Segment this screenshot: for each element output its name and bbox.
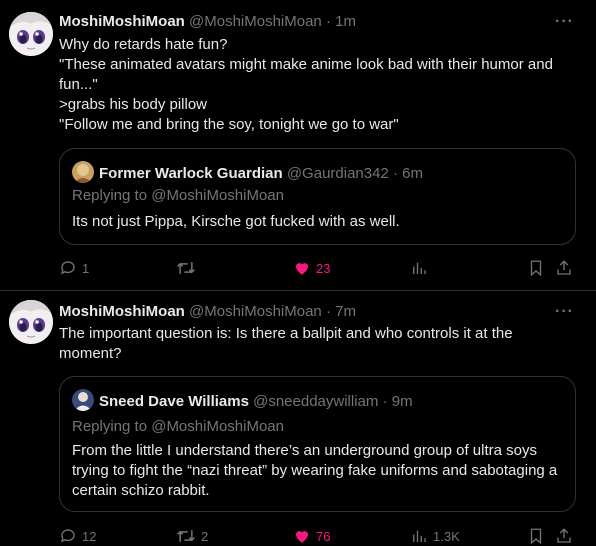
avatar bbox=[72, 389, 94, 411]
reply-icon bbox=[60, 261, 75, 275]
like-count: 23 bbox=[316, 260, 331, 276]
tweet-text-line: "Follow me and bring the soy, tonight we… bbox=[59, 116, 399, 133]
more-icon[interactable]: ··· bbox=[555, 302, 574, 322]
reply-button[interactable]: 1 bbox=[59, 258, 89, 278]
retweet-icon bbox=[177, 262, 195, 274]
quoted-tweet-text: Its not just Pippa, Kirsche got fucked w… bbox=[72, 213, 400, 230]
views-button[interactable] bbox=[410, 258, 433, 278]
author-name[interactable]: MoshiMoshiMoan bbox=[59, 13, 185, 30]
share-button[interactable] bbox=[555, 526, 573, 546]
bookmark-icon bbox=[530, 260, 542, 277]
views-icon bbox=[413, 262, 426, 274]
quoted-author-handle: @Gaurdian342 bbox=[286, 165, 389, 182]
replying-to: Replying to @MoshiMoshiMoan bbox=[72, 418, 284, 435]
quoted-timestamp: 9m bbox=[391, 393, 413, 410]
share-icon bbox=[557, 260, 571, 275]
tweet-text-line: >grabs his body pillow bbox=[59, 96, 208, 113]
reply-button[interactable]: 12 bbox=[59, 526, 96, 546]
retweet-button[interactable] bbox=[176, 258, 201, 278]
heart-icon bbox=[296, 531, 308, 543]
more-icon[interactable]: ··· bbox=[555, 12, 574, 32]
quoted-tweet[interactable]: Sneed Dave Williams @sneeddaywilliam · 9… bbox=[59, 376, 576, 512]
author-handle[interactable]: @MoshiMoshiMoan bbox=[189, 303, 322, 320]
quoted-author-name: Sneed Dave Williams bbox=[99, 393, 249, 410]
quoted-tweet-header: Sneed Dave Williams @sneeddaywilliam · 9… bbox=[72, 389, 413, 412]
tweet-text-line: "These animated avatars might make anime… bbox=[59, 56, 558, 93]
quoted-timestamp: 6m bbox=[402, 165, 423, 182]
heart-icon bbox=[296, 263, 308, 275]
views-button[interactable]: 1.3K bbox=[410, 526, 460, 546]
reply-count: 12 bbox=[82, 528, 97, 544]
bookmark-button[interactable] bbox=[527, 526, 545, 546]
avatar[interactable] bbox=[9, 300, 53, 344]
replying-to: Replying to @MoshiMoshiMoan bbox=[72, 187, 284, 204]
avatar bbox=[72, 161, 94, 183]
tweet-text-line: The important question is: Is there a ba… bbox=[59, 325, 517, 362]
author-name[interactable]: MoshiMoshiMoan bbox=[59, 303, 185, 320]
timestamp[interactable]: 7m bbox=[335, 303, 356, 320]
tweet[interactable]: MoshiMoshiMoan @MoshiMoshiMoan · 1m ··· … bbox=[0, 0, 596, 291]
tweet-header: MoshiMoshiMoan @MoshiMoshiMoan · 7m bbox=[59, 303, 356, 320]
tweet-text-line: Why do retards hate fun? bbox=[59, 36, 228, 53]
author-handle[interactable]: @MoshiMoshiMoan bbox=[189, 13, 322, 30]
tweet-text: The important question is: Is there a ba… bbox=[59, 324, 579, 364]
reply-count: 1 bbox=[82, 260, 90, 276]
quoted-tweet[interactable]: Former Warlock Guardian @Gaurdian342 · 6… bbox=[59, 148, 576, 245]
retweet-count: 2 bbox=[201, 528, 209, 544]
quoted-author-handle: @sneeddaywilliam bbox=[253, 393, 379, 410]
quoted-author-name: Former Warlock Guardian bbox=[99, 165, 283, 182]
share-button[interactable] bbox=[555, 258, 573, 278]
reply-icon bbox=[60, 529, 75, 543]
tweet-text: Why do retards hate fun? "These animated… bbox=[59, 35, 579, 135]
bookmark-icon bbox=[530, 528, 542, 545]
quoted-tweet-text: From the little I understand there’s an … bbox=[72, 442, 558, 499]
bookmark-button[interactable] bbox=[527, 258, 545, 278]
avatar[interactable] bbox=[9, 12, 53, 56]
share-icon bbox=[557, 528, 571, 543]
like-button[interactable]: 23 bbox=[293, 258, 330, 278]
timestamp[interactable]: 1m bbox=[335, 13, 356, 30]
tweet-header: MoshiMoshiMoan @MoshiMoshiMoan · 1m bbox=[59, 13, 356, 30]
quoted-tweet-header: Former Warlock Guardian @Gaurdian342 · 6… bbox=[72, 161, 423, 184]
retweet-icon bbox=[177, 530, 195, 542]
action-bar: 12 2 76 1.3K bbox=[59, 526, 579, 546]
views-count: 1.3K bbox=[433, 528, 460, 544]
action-bar: 1 23 bbox=[59, 258, 579, 278]
retweet-button[interactable]: 2 bbox=[176, 526, 208, 546]
like-count: 76 bbox=[316, 528, 331, 544]
tweet[interactable]: MoshiMoshiMoan @MoshiMoshiMoan · 7m ··· … bbox=[0, 291, 596, 545]
views-icon bbox=[413, 530, 426, 542]
like-button[interactable]: 76 bbox=[293, 526, 330, 546]
